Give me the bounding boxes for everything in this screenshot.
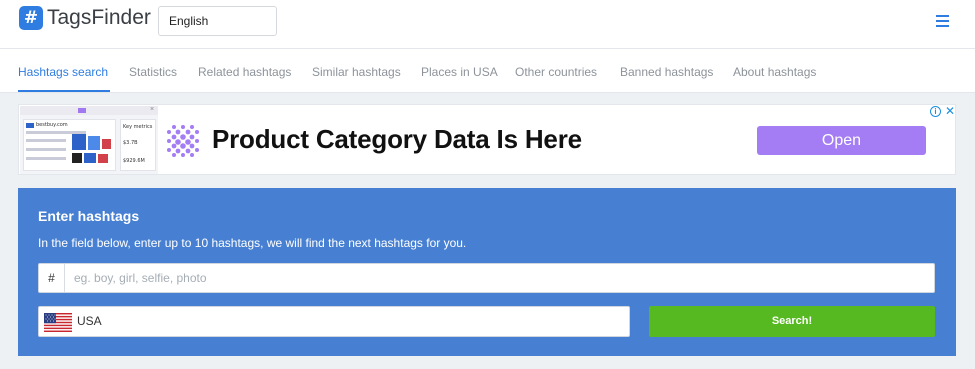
country-name: USA <box>77 314 102 328</box>
top-header: # TagsFinder English <box>0 0 975 49</box>
preview-metric-value: $3.7B <box>123 140 138 146</box>
tab-about-hashtags[interactable]: About hashtags <box>733 65 816 79</box>
nav-tabs: Hashtags search Statistics Related hasht… <box>0 49 975 93</box>
panel-description: In the field below, enter up to 10 hasht… <box>38 236 467 250</box>
ad-info-icon[interactable]: i <box>930 106 941 117</box>
preview-product <box>84 153 96 163</box>
preview-line <box>26 157 66 160</box>
preview-product <box>88 136 100 150</box>
tab-hashtags-search[interactable]: Hashtags search <box>18 65 108 79</box>
ad-open-button[interactable]: Open <box>757 126 926 155</box>
preview-line <box>26 148 66 151</box>
search-button[interactable]: Search! <box>649 306 935 337</box>
tab-other-countries[interactable]: Other countries <box>515 65 597 79</box>
hashtag-search-panel: Enter hashtags In the field below, enter… <box>18 188 956 356</box>
ad-preview-image: × bestbuy.com Key metrics $3.7B $929.6M <box>20 106 158 174</box>
active-tab-indicator <box>18 90 110 92</box>
hashtag-input-group: # <box>38 263 935 293</box>
preview-product <box>72 153 82 163</box>
menu-line <box>936 25 949 27</box>
menu-line <box>936 15 949 17</box>
preview-metric-value: $929.6M <box>123 158 145 164</box>
hash-prefix-label: # <box>39 264 65 292</box>
preview-tab <box>78 108 86 113</box>
preview-product <box>102 139 111 149</box>
ad-brand-logo-icon <box>167 125 199 157</box>
logo[interactable]: # TagsFinder <box>19 6 151 30</box>
hamburger-menu-icon[interactable] <box>936 15 950 27</box>
us-flag-icon <box>44 313 72 332</box>
tab-similar-hashtags[interactable]: Similar hashtags <box>312 65 401 79</box>
preview-line <box>26 139 66 142</box>
ad-title[interactable]: Product Category Data Is Here <box>212 124 582 155</box>
preview-browser-bar <box>20 106 158 115</box>
language-select[interactable]: English <box>158 6 277 36</box>
preview-product <box>98 154 108 163</box>
logo-text: TagsFinder <box>47 6 151 29</box>
preview-metrics-heading: Key metrics <box>123 124 153 130</box>
preview-brand-icon <box>26 123 34 128</box>
country-select[interactable]: USA <box>38 306 630 337</box>
tab-places-in-usa[interactable]: Places in USA <box>421 65 498 79</box>
hashtag-input[interactable] <box>74 264 924 292</box>
preview-close-icon: × <box>150 106 155 113</box>
ad-banner[interactable]: × bestbuy.com Key metrics $3.7B $929.6M … <box>18 104 956 175</box>
menu-line <box>936 20 949 22</box>
preview-product <box>72 134 86 150</box>
ad-close-icon[interactable]: ✕ <box>945 105 955 117</box>
tab-statistics[interactable]: Statistics <box>129 65 177 79</box>
tab-banned-hashtags[interactable]: Banned hashtags <box>620 65 713 79</box>
preview-brand: bestbuy.com <box>36 122 68 128</box>
tab-related-hashtags[interactable]: Related hashtags <box>198 65 291 79</box>
hashtag-logo-icon: # <box>19 6 43 30</box>
panel-title: Enter hashtags <box>38 208 140 224</box>
